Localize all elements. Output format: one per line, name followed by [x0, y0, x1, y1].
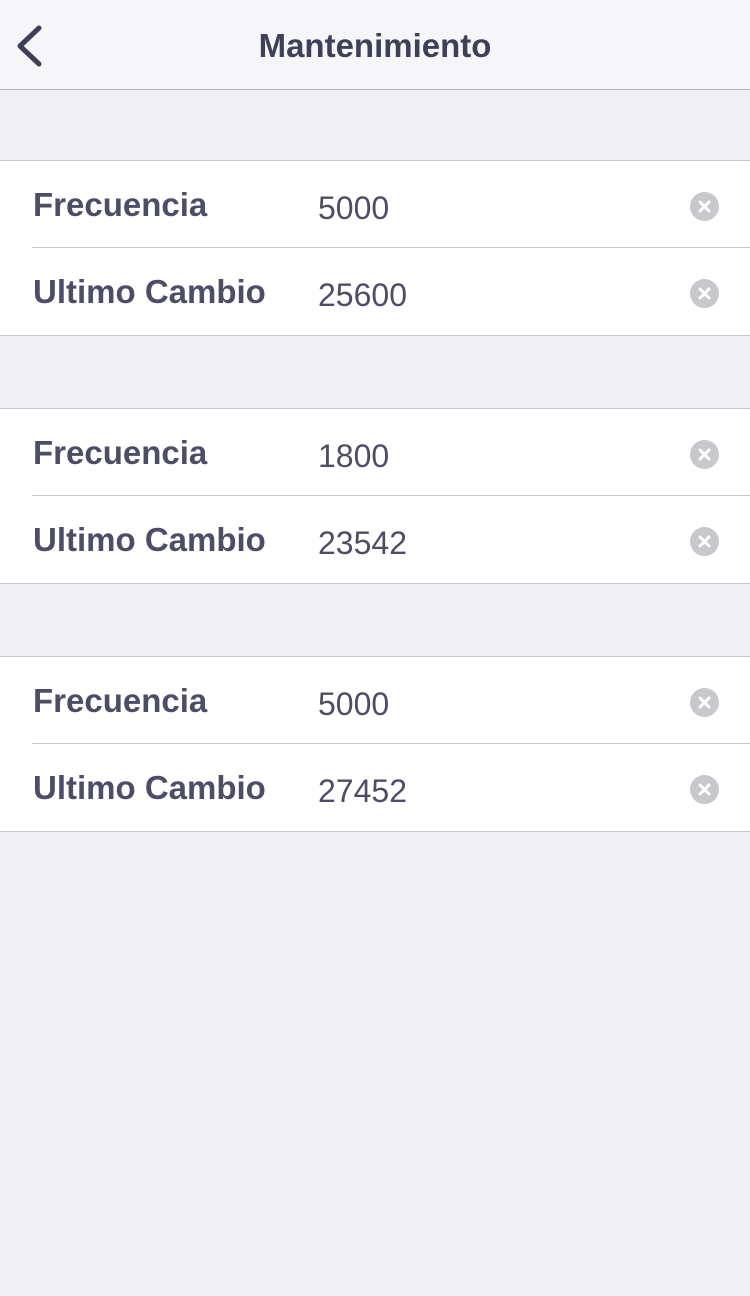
clear-button[interactable] [690, 440, 719, 469]
settings-group-1: Frecuencia 5000 Ultimo Cambio 25600 [0, 160, 750, 336]
back-button[interactable] [10, 20, 54, 72]
form-row-frecuencia: Frecuencia 5000 [0, 657, 750, 744]
clear-icon [698, 783, 711, 796]
clear-icon [698, 696, 711, 709]
ultimo-cambio-field[interactable]: 25600 [318, 248, 668, 335]
form-row-frecuencia: Frecuencia 1800 [0, 409, 750, 496]
frecuencia-field[interactable]: 5000 [318, 657, 668, 744]
navigation-bar: Mantenimiento [0, 0, 750, 90]
clear-button[interactable] [690, 279, 719, 308]
page-title: Mantenimiento [258, 27, 492, 64]
row-label: Frecuencia [33, 186, 208, 223]
chevron-left-icon [17, 25, 42, 67]
clear-button[interactable] [690, 688, 719, 717]
settings-group-2: Frecuencia 1800 Ultimo Cambio 23542 [0, 408, 750, 584]
row-label: Frecuencia [33, 682, 208, 719]
form-row-frecuencia: Frecuencia 5000 [0, 161, 750, 248]
row-label: Frecuencia [33, 434, 208, 471]
row-label: Ultimo Cambio [33, 769, 266, 806]
clear-button[interactable] [690, 192, 719, 221]
clear-icon [698, 287, 711, 300]
settings-group-3: Frecuencia 5000 Ultimo Cambio 27452 [0, 656, 750, 832]
form-row-ultimo-cambio: Ultimo Cambio 27452 [0, 743, 750, 831]
clear-icon [698, 535, 711, 548]
frecuencia-field[interactable]: 1800 [318, 409, 668, 496]
ultimo-cambio-field[interactable]: 27452 [318, 744, 668, 831]
form-row-ultimo-cambio: Ultimo Cambio 23542 [0, 495, 750, 583]
row-label: Ultimo Cambio [33, 521, 266, 558]
frecuencia-field[interactable]: 5000 [318, 161, 668, 248]
clear-button[interactable] [690, 527, 719, 556]
clear-icon [698, 448, 711, 461]
form-row-ultimo-cambio: Ultimo Cambio 25600 [0, 247, 750, 335]
row-label: Ultimo Cambio [33, 273, 266, 310]
ultimo-cambio-field[interactable]: 23542 [318, 496, 668, 583]
clear-icon [698, 200, 711, 213]
clear-button[interactable] [690, 775, 719, 804]
